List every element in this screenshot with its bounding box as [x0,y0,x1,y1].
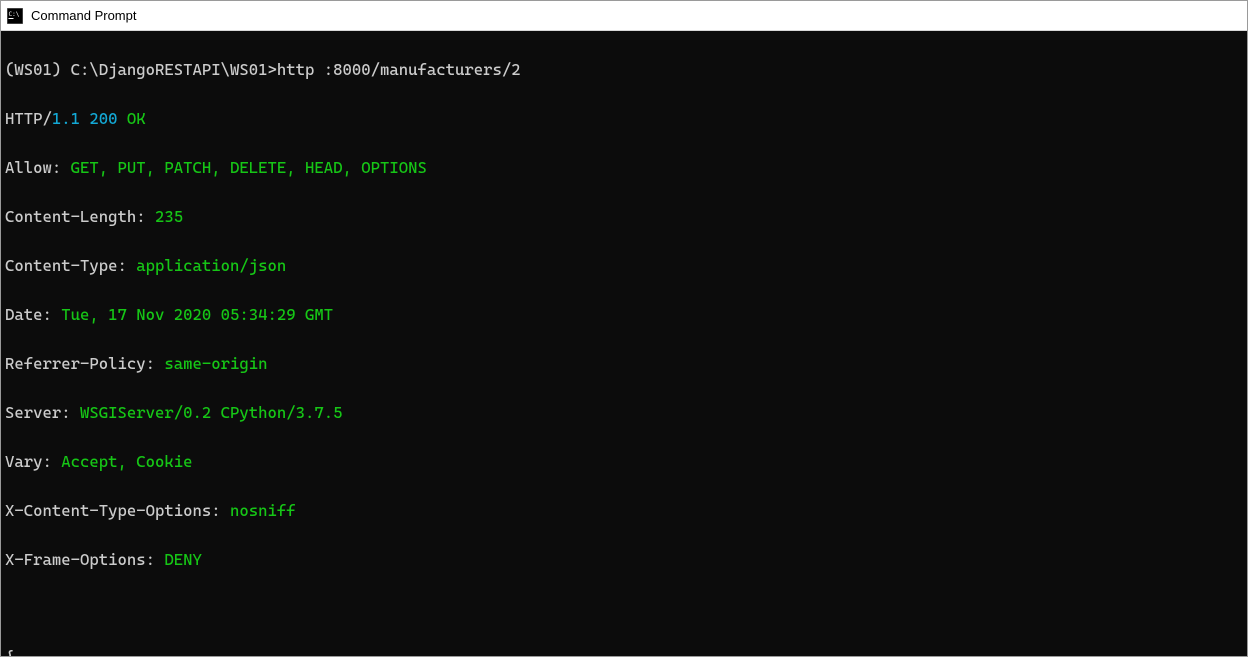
blank-line [5,597,1243,622]
header-server: Server: WSGIServer/0.2 CPython/3.7.5 [5,401,1243,426]
command-prompt-window: C:\ Command Prompt (WS01) C:\DjangoRESTA… [0,0,1248,657]
header-content-length: Content-Length: 235 [5,205,1243,230]
http-code: 200 [89,109,117,128]
header-referrer-policy: Referrer-Policy: same-origin [5,352,1243,377]
window-title: Command Prompt [31,1,136,31]
header-date: Date: Tue, 17 Nov 2020 05:34:29 GMT [5,303,1243,328]
json-open: { [5,646,1243,657]
terminal-output[interactable]: (WS01) C:\DjangoRESTAPI\WS01>http :8000/… [1,31,1247,656]
header-value: 235 [155,207,183,226]
prompt-line-1: (WS01) C:\DjangoRESTAPI\WS01>http :8000/… [5,58,1243,83]
header-key: Referrer-Policy [5,354,146,373]
header-key: Vary [5,452,43,471]
header-value: Accept, Cookie [61,452,192,471]
header-key: Server [5,403,61,422]
titlebar[interactable]: C:\ Command Prompt [1,1,1247,31]
header-value: application/json [136,256,286,275]
header-x-frame-options: X-Frame-Options: DENY [5,548,1243,573]
header-allow: Allow: GET, PUT, PATCH, DELETE, HEAD, OP… [5,156,1243,181]
header-value: nosniff [230,501,296,520]
prompt-prefix: (WS01) C:\DjangoRESTAPI\WS01> [5,60,277,79]
http-version: 1.1 [52,109,80,128]
svg-text:C:\: C:\ [9,11,20,18]
http-proto: HTTP [5,109,43,128]
header-key: Allow [5,158,52,177]
header-value: same-origin [164,354,267,373]
header-key: Content-Type [5,256,118,275]
header-x-content-type-options: X-Content-Type-Options: nosniff [5,499,1243,524]
header-key: X-Frame-Options [5,550,146,569]
command-prompt-icon: C:\ [7,8,23,24]
header-vary: Vary: Accept, Cookie [5,450,1243,475]
header-key: Date [5,305,43,324]
http-reason: OK [127,109,146,128]
header-key: X-Content-Type-Options [5,501,211,520]
http-status-line: HTTP/1.1 200 OK [5,107,1243,132]
header-value: WSGIServer/0.2 CPython/3.7.5 [80,403,343,422]
header-value: Tue, 17 Nov 2020 05:34:29 GMT [61,305,333,324]
command-text: http :8000/manufacturers/2 [277,60,521,79]
header-value: GET, PUT, PATCH, DELETE, HEAD, OPTIONS [71,158,427,177]
header-key: Content-Length [5,207,136,226]
header-value: DENY [164,550,202,569]
header-content-type: Content-Type: application/json [5,254,1243,279]
